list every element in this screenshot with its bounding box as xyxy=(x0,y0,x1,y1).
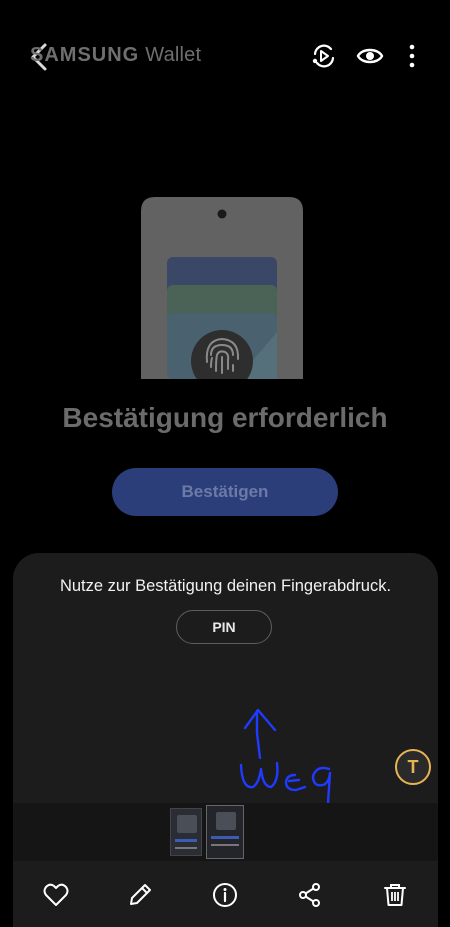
top-bar: SAMSUNG Wallet xyxy=(0,0,450,112)
info-icon[interactable] xyxy=(211,881,239,909)
eye-icon[interactable] xyxy=(356,42,384,70)
page-title: Bestätigung erforderlich xyxy=(62,402,388,433)
brand-samsung: SAMSUNG xyxy=(30,44,140,66)
fingerprint-sheet: Nutze zur Bestätigung deinen Fingerabdru… xyxy=(13,553,438,927)
fingerprint-prompt: Nutze zur Bestätigung deinen Fingerabdru… xyxy=(59,577,392,595)
thumbnail-strip xyxy=(13,803,438,861)
share-icon[interactable] xyxy=(296,881,324,909)
pencil-icon[interactable] xyxy=(126,881,154,909)
brand-wallet: Wallet xyxy=(145,44,202,66)
thumbnail-selected[interactable] xyxy=(206,805,244,859)
pin-button[interactable]: PIN xyxy=(176,610,272,644)
screen-recorder-icon[interactable] xyxy=(310,42,338,70)
thumbnail[interactable] xyxy=(170,808,202,856)
heart-icon[interactable] xyxy=(42,881,70,909)
action-bar xyxy=(13,863,438,927)
app-brand: SAMSUNG Wallet xyxy=(30,44,201,67)
confirm-button[interactable]: Bestätigen xyxy=(112,468,338,516)
text-recognition-icon[interactable]: T xyxy=(395,749,431,785)
more-vertical-icon[interactable] xyxy=(398,42,426,70)
trash-icon[interactable] xyxy=(381,881,409,909)
fingerprint-phone-illustration xyxy=(141,197,303,379)
